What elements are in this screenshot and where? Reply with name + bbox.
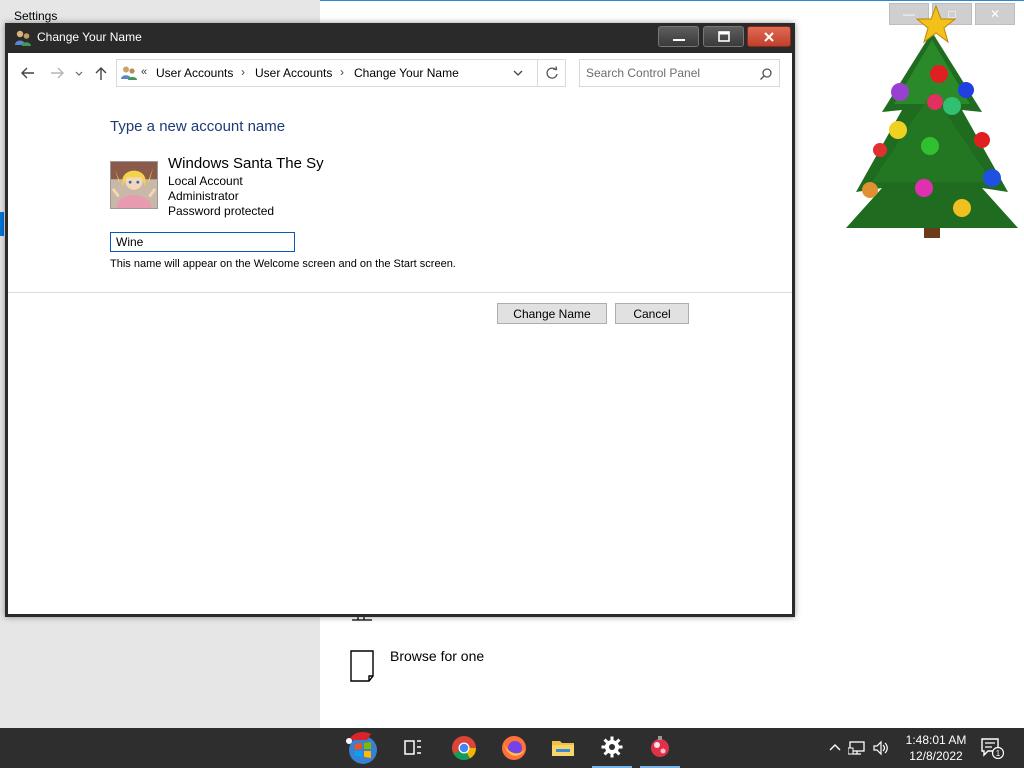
account-name: Windows Santa The Sy <box>168 155 324 172</box>
maximize-icon <box>717 30 730 42</box>
breadcrumb-user-accounts-2[interactable]: User Accounts <box>255 66 332 80</box>
ornament-icon <box>651 736 669 757</box>
ornament-app-button[interactable] <box>640 728 680 768</box>
user-accounts-icon <box>15 30 31 46</box>
divider <box>8 292 792 293</box>
close-icon <box>764 31 774 42</box>
navigation-bar: « User Accounts › User Accounts › Change… <box>8 53 792 93</box>
chevron-up-icon[interactable] <box>826 739 844 757</box>
forward-arrow-icon[interactable] <box>49 65 65 81</box>
chrome-button[interactable] <box>444 728 484 768</box>
breadcrumb-chevron-icon[interactable]: › <box>340 65 344 79</box>
cancel-button[interactable]: Cancel <box>615 303 689 324</box>
breadcrumb-overflow-icon[interactable]: « <box>141 66 147 78</box>
account-avatar <box>110 161 158 209</box>
maximize-button[interactable] <box>703 26 744 47</box>
clock-date: 12/8/2022 <box>909 749 963 763</box>
new-account-name-input[interactable] <box>110 232 295 252</box>
breadcrumb-chevron-icon[interactable]: › <box>241 65 245 79</box>
window-title: Change Your Name <box>37 30 142 44</box>
account-role: Administrator <box>168 189 239 203</box>
back-arrow-icon[interactable] <box>20 65 36 81</box>
network-icon[interactable] <box>848 739 866 757</box>
address-dropdown-icon[interactable] <box>511 66 525 80</box>
clock-time: 1:48:01 AM <box>905 733 967 747</box>
control-panel-icon <box>121 66 137 80</box>
account-type: Local Account <box>168 174 243 188</box>
file-icon[interactable] <box>350 650 376 682</box>
firefox-icon <box>502 736 526 760</box>
firefox-button[interactable] <box>494 728 534 768</box>
christmas-tree-decoration <box>846 4 1018 238</box>
name-hint-text: This name will appear on the Welcome scr… <box>110 258 456 270</box>
up-arrow-icon[interactable] <box>93 65 109 81</box>
breadcrumb-change-your-name[interactable]: Change Your Name <box>354 66 459 80</box>
title-bar[interactable]: Change Your Name <box>5 23 795 53</box>
task-view-button[interactable] <box>393 728 433 768</box>
minimize-button[interactable] <box>658 26 699 47</box>
settings-button[interactable] <box>592 728 632 768</box>
settings-selection-indicator <box>0 212 4 236</box>
taskbar-clock[interactable]: 1:48:01 AM 12/8/2022 <box>896 732 976 764</box>
folder-icon <box>552 741 574 756</box>
page-heading: Type a new account name <box>110 118 286 135</box>
gear-icon <box>601 736 623 758</box>
start-orb-icon <box>346 732 377 764</box>
breadcrumb-user-accounts[interactable]: User Accounts <box>156 66 233 80</box>
account-password-status: Password protected <box>168 204 275 218</box>
search-box[interactable] <box>579 59 780 87</box>
notification-icon[interactable]: 1 <box>980 737 1004 759</box>
search-input[interactable] <box>586 66 746 80</box>
taskbar: 1:48:01 AM 12/8/2022 1 <box>0 728 1024 768</box>
change-name-button[interactable]: Change Name <box>497 303 607 324</box>
browse-for-one-link[interactable]: Browse for one <box>390 648 484 664</box>
search-icon[interactable] <box>759 67 773 81</box>
file-explorer-button[interactable] <box>543 728 583 768</box>
notification-count: 1 <box>996 749 1001 758</box>
address-bar[interactable]: « User Accounts › User Accounts › Change… <box>116 59 538 87</box>
start-button[interactable] <box>342 728 384 768</box>
volume-icon[interactable] <box>872 739 890 757</box>
settings-title: Settings <box>14 9 58 23</box>
change-your-name-window: Change Your Name « User Accounts › User … <box>5 23 795 617</box>
close-button[interactable] <box>747 26 791 47</box>
refresh-icon <box>545 66 558 79</box>
task-view-icon <box>404 740 421 755</box>
chrome-icon <box>452 736 476 761</box>
minimize-icon <box>672 38 685 41</box>
refresh-button[interactable] <box>538 59 566 87</box>
recent-locations-chevron-icon[interactable] <box>74 65 84 81</box>
dialog-client-area: « User Accounts › User Accounts › Change… <box>8 53 792 614</box>
